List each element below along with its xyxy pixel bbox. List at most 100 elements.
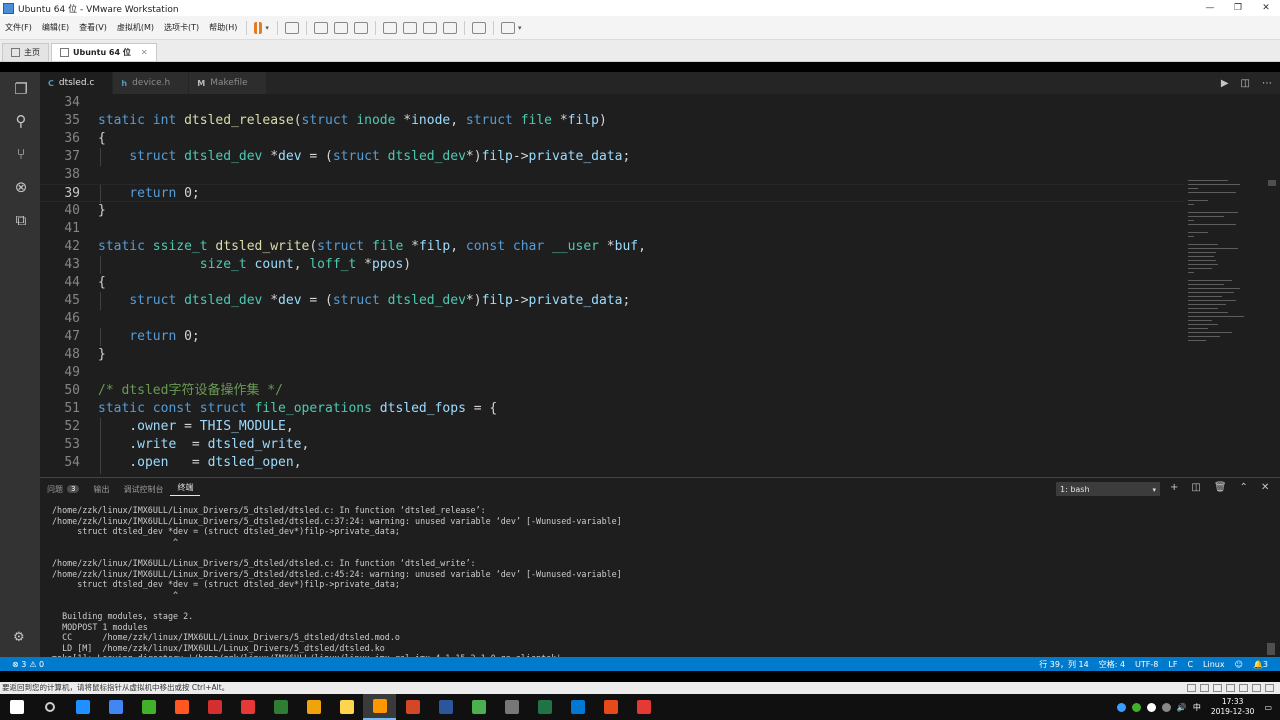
smiley-icon[interactable]: ☺ [1235,660,1243,669]
stretch-icon[interactable] [500,21,515,34]
vscode-icon[interactable] [627,694,660,720]
chrome-icon[interactable] [165,694,198,720]
code-line[interactable]: 38 [40,166,1185,184]
code-line[interactable]: 41 [40,220,1185,238]
run-icon[interactable]: ▶ [1221,78,1229,89]
code-line[interactable]: 34 [40,94,1185,112]
indentation[interactable]: 空格: 4 [1099,659,1125,670]
hdd-icon[interactable] [1187,684,1196,692]
terminal-scrollbar-thumb[interactable] [1267,643,1275,655]
warnings-count[interactable]: ⚠ 0 [29,660,44,669]
snapshot-icon[interactable] [313,21,328,34]
close-button[interactable]: ✕ [1252,0,1280,16]
tray-icon[interactable] [1146,702,1156,712]
netease-music-icon[interactable] [264,694,297,720]
source-control-icon[interactable]: ⑂ [12,145,30,163]
encoding[interactable]: UTF-8 [1135,660,1158,669]
code-line[interactable]: 45 struct dtsled_dev *dev = (struct dtsl… [40,292,1185,310]
snapshot-manager-icon[interactable] [353,21,368,34]
app-icon[interactable] [231,694,264,720]
start-icon[interactable] [0,694,33,720]
code-line[interactable]: 43 size_t count, loff_t *ppos) [40,256,1185,274]
notifications[interactable]: 🔔3 [1253,660,1268,669]
clock[interactable]: 17:33 2019-12-30 [1211,697,1255,717]
app-icon[interactable] [429,694,462,720]
tab-output[interactable]: 输出 [86,484,116,495]
debug-icon[interactable]: ⊗ [12,178,30,196]
ime-indicator[interactable]: 中 [1193,702,1201,713]
action-center-icon[interactable]: ▭ [1264,703,1272,712]
app-icon[interactable] [99,694,132,720]
code-line[interactable]: 53 .write = dtsled_write, [40,436,1185,454]
code-line[interactable]: 35 static int dtsled_release(struct inode… [40,112,1185,130]
platform[interactable]: Linux [1203,660,1225,669]
files-icon[interactable]: ❐ [12,80,30,98]
code-line[interactable]: 40} [40,202,1185,220]
thumbnail-icon[interactable] [402,21,417,34]
code-line[interactable]: 54 .open = dtsled_open, [40,454,1185,472]
split-editor-icon[interactable]: ◫ [1241,78,1250,89]
menu-file[interactable]: 文件(F) [0,22,37,33]
minimize-button[interactable]: — [1196,0,1224,16]
gear-icon[interactable]: ⚙ [13,630,25,645]
unity-icon[interactable] [442,21,457,34]
tray-icon[interactable] [1116,702,1126,712]
chevron-up-icon[interactable]: ⌃ [1240,482,1248,493]
pause-icon[interactable] [254,21,263,34]
split-terminal-icon[interactable]: ◫ [1191,482,1200,493]
code-line[interactable]: 49 [40,364,1185,382]
restore-button[interactable]: ❐ [1224,0,1252,16]
chevron-down-icon[interactable]: ▾ [265,24,269,32]
code-line[interactable]: 48} [40,346,1185,364]
menu-edit[interactable]: 编辑(E) [37,22,74,33]
new-terminal-icon[interactable]: + [1170,482,1178,493]
library-icon[interactable] [382,21,397,34]
close-panel-icon[interactable]: ✕ [1261,482,1269,493]
calculator-icon[interactable] [561,694,594,720]
tab-problems[interactable]: 问题 3 [40,484,86,495]
code-line[interactable]: 37 struct dtsled_dev *dev = (struct dtsl… [40,148,1185,166]
tab-terminal[interactable]: 终端 [170,482,201,496]
tab-ubuntu[interactable]: Ubuntu 64 位 ✕ [51,43,157,61]
clion-icon[interactable] [330,694,363,720]
search-icon[interactable] [33,694,66,720]
terminal-select[interactable]: 1: bash ▾ [1056,482,1160,496]
explorer-icon[interactable] [396,694,429,720]
fullscreen-icon[interactable] [422,21,437,34]
cdrom-icon[interactable] [1200,684,1209,692]
errors-count[interactable]: ⊗ 3 [12,660,26,669]
task-view-icon[interactable] [66,694,99,720]
excel-icon[interactable] [594,694,627,720]
app-icon[interactable] [528,694,561,720]
revert-snapshot-icon[interactable] [333,21,348,34]
code-line[interactable]: 39 return 0; [40,184,1185,203]
minimap[interactable] [1185,94,1270,474]
terminal-output[interactable]: /home/zzk/linux/IMX6ULL/Linux_Drivers/5_… [52,505,1267,675]
powerpoint-icon[interactable] [462,694,495,720]
code-line[interactable]: 36 { [40,130,1185,148]
code-editor[interactable]: 34 35 static int dtsled_release(struct ino… [40,94,1185,474]
close-icon[interactable]: ✕ [141,48,148,57]
network-icon[interactable] [1213,684,1222,692]
end-of-line[interactable]: LF [1168,660,1177,669]
code-line[interactable]: 55 .release= dtsled_release, [40,472,1185,474]
search-icon[interactable]: ⚲ [12,112,30,130]
code-line[interactable]: 52 .owner = THIS_MODULE, [40,418,1185,436]
word-icon[interactable] [495,694,528,720]
language-mode[interactable]: C [1187,660,1193,669]
usb-icon[interactable] [1226,684,1235,692]
extensions-icon[interactable]: ⧉ [12,211,30,229]
code-line[interactable]: 51 static const struct file_operations dt… [40,400,1185,418]
code-line[interactable]: 50 /* dtsled字符设备操作集 */ [40,382,1185,400]
code-line[interactable]: 47 return 0; [40,328,1185,346]
edge-icon[interactable] [132,694,165,720]
printer-icon[interactable] [1252,684,1261,692]
tab-dtsled-c[interactable]: C dtsled.c [40,72,114,94]
console-view-icon[interactable] [471,21,486,34]
tray-icon[interactable] [1161,702,1171,712]
more-actions-icon[interactable]: ⋯ [1262,78,1272,89]
volume-icon[interactable]: 🔊 [1177,703,1187,712]
tab-device-h[interactable]: h device.h [113,72,190,94]
menu-tabs[interactable]: 选项卡(T) [159,22,204,33]
cursor-position[interactable]: 行 39，列 14 [1039,659,1088,670]
